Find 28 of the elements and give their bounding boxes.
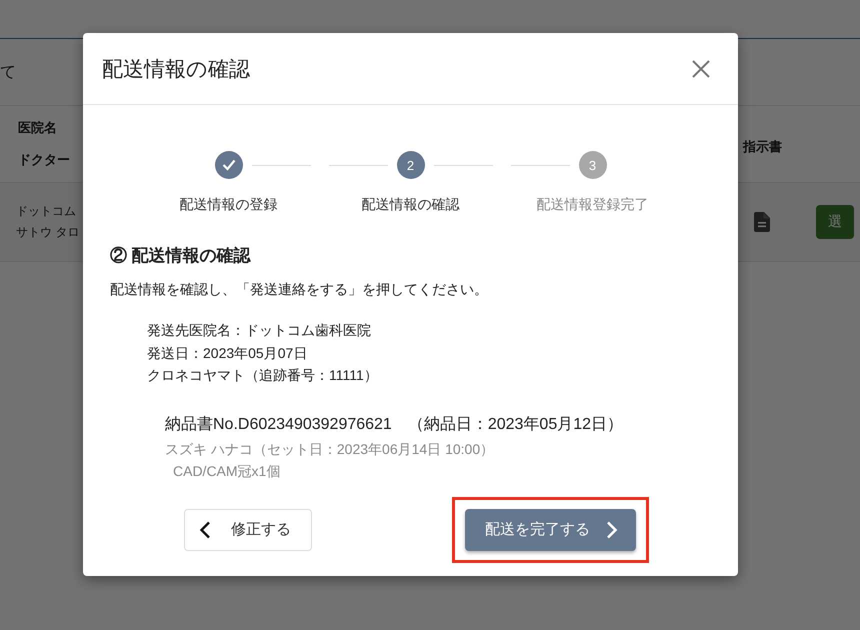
item-line: CAD/CAM冠x1個	[172, 462, 282, 480]
patient-line: スズキ ハナコ（セット日：2023年06月14日 10:00）	[165, 440, 496, 458]
delivery-slip: 納品書No.D6023490392976621 （納品日：2023年05月12日）	[165, 414, 624, 434]
select-button[interactable]: 選	[816, 205, 854, 239]
table-cell-text: サトウ タロ	[16, 224, 80, 241]
document-icon[interactable]	[754, 212, 770, 232]
complete-button[interactable]: 配送を完了する	[465, 508, 636, 550]
chevron-right-icon	[606, 520, 618, 538]
check-icon	[222, 159, 236, 171]
step-label: 配送情報の登録	[180, 196, 278, 214]
step-label: 配送情報登録完了	[536, 196, 648, 214]
step-indicator: 3	[578, 151, 606, 179]
section-title: ② 配送情報の確認	[110, 245, 252, 267]
dialog-title: 配送情報の確認	[102, 56, 250, 82]
detail-line: クロネコヤマト（追跡番号：11111）	[147, 366, 379, 385]
column-header: 指示書	[743, 138, 782, 156]
step-label: 配送情報の確認	[362, 196, 460, 214]
close-icon[interactable]	[692, 60, 710, 78]
back-button[interactable]: 修正する	[184, 508, 312, 550]
column-header: 医院名	[18, 119, 58, 137]
page-heading: て	[0, 62, 16, 82]
detail-line: 発送先医院名：ドットコム歯科医院	[147, 321, 372, 340]
column-header: ドクター	[18, 151, 71, 169]
step-indicator: 2	[396, 151, 424, 179]
detail-line: 発送日：2023年05月07日	[147, 344, 308, 362]
table-cell-text: ドットコム	[16, 203, 77, 220]
instruction-text: 配送情報を確認し、「発送連絡をする」を押してください。	[110, 281, 489, 299]
chevron-left-icon	[199, 520, 211, 538]
